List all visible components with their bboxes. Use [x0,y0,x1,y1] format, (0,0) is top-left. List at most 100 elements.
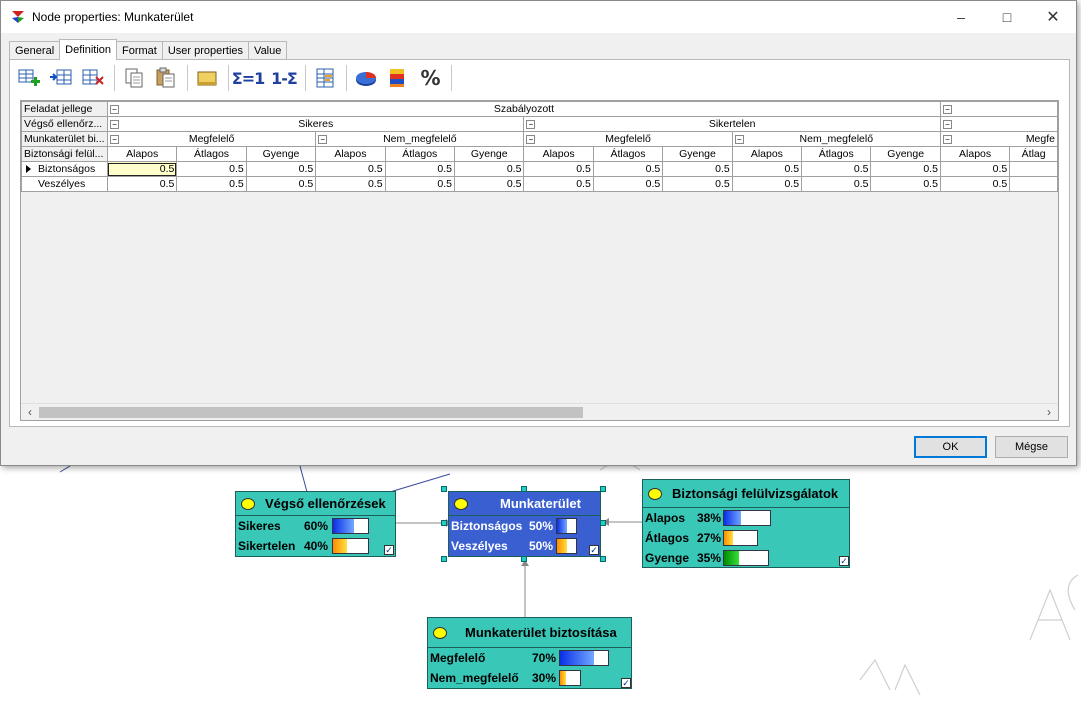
col-header-group[interactable]: − [939,101,1058,117]
col-header-state[interactable]: Átlagos [801,146,872,162]
collapse-icon[interactable]: − [942,105,952,114]
col-header-state[interactable]: Alapos [315,146,386,162]
collapse-icon[interactable]: − [942,135,952,144]
col-header-state[interactable]: Alapos [523,146,594,162]
checkbox-icon[interactable]: ✓ [839,556,849,566]
col-header-state[interactable]: Gyenge [245,146,317,162]
probability-cell[interactable]: 0.5 [731,161,803,177]
col-header-group[interactable]: − Szabályozott [106,101,941,117]
node-munkaterulet-biztositasa[interactable]: Munkaterület biztosítása Megfelelő 70% N… [427,617,632,689]
tab-definition[interactable]: Definition [59,39,117,60]
percent-button[interactable]: % [415,63,445,93]
resize-handle[interactable] [521,556,527,562]
probability-cell[interactable]: 0.5 [176,161,247,177]
copy-icon[interactable] [119,63,149,93]
col-header-state[interactable]: Átlagos [176,146,247,162]
stacked-bar-icon[interactable] [383,63,413,93]
collapse-icon[interactable]: − [109,135,119,144]
probability-cell[interactable]: 0.5 [801,161,872,177]
tab-format[interactable]: Format [116,41,163,60]
pie-chart-icon[interactable] [351,63,381,93]
node-vegso-ellenorzesek[interactable]: Végső ellenőrzések Sikeres 60% Sikertele… [235,491,396,557]
node-biztonsagi-felulvizsgalatok[interactable]: Biztonsági felülvizsgálatok Alapos 38% Á… [642,479,850,568]
collapse-icon[interactable]: − [318,135,328,144]
probability-cell[interactable]: 0.5 [662,176,733,192]
col-header-state[interactable]: Átlag [1009,146,1058,162]
collapse-icon[interactable]: − [942,120,952,129]
col-header-state[interactable]: Alapos [939,146,1011,162]
checkbox-icon[interactable]: ✓ [589,545,599,555]
resize-handle[interactable] [441,486,447,492]
probability-cell[interactable]: 0.5 [315,161,386,177]
probability-cell[interactable]: 0.5 [939,161,1011,177]
col-header-group[interactable]: − Nem_megfelelő [315,131,525,147]
probability-cell[interactable] [1009,176,1058,192]
col-header-state[interactable]: Alapos [106,146,178,162]
probability-cell[interactable]: 0.5 [592,161,664,177]
paste-icon[interactable] [151,63,181,93]
col-header-state[interactable]: Gyenge [453,146,525,162]
probability-cell[interactable]: 0.5 [523,161,594,177]
probability-cell[interactable]: 0.5 [870,176,941,192]
probability-cell[interactable]: 0.5 [662,161,733,177]
add-row-icon[interactable] [14,63,44,93]
insert-column-icon[interactable] [46,63,76,93]
close-icon[interactable]: ✕ [1030,1,1076,33]
col-header-group[interactable]: − [939,116,1058,132]
col-header-state[interactable]: Alapos [731,146,803,162]
probability-cell[interactable]: 0.5 [592,176,664,192]
col-header-group[interactable]: − Sikertelen [523,116,941,132]
table-settings-icon[interactable] [310,63,340,93]
cancel-button[interactable]: Mégse [995,436,1068,458]
collapse-icon[interactable]: − [734,135,744,144]
resize-handle[interactable] [521,486,527,492]
col-header-state[interactable]: Átlagos [592,146,664,162]
maximize-icon[interactable]: □ [984,1,1030,33]
delete-column-icon[interactable] [78,63,108,93]
probability-cell[interactable]: 0.5 [245,176,317,192]
probability-cell[interactable]: 0.5 [384,176,456,192]
scrollbar-thumb[interactable] [39,407,583,418]
probability-cell[interactable]: 0.5 [939,176,1011,192]
probability-cell[interactable]: 0.5 [453,176,525,192]
note-icon[interactable] [192,63,222,93]
col-header-group[interactable]: − Sikeres [106,116,525,132]
collapse-icon[interactable]: − [109,105,119,114]
row-state-label[interactable]: Biztonságos [21,161,108,177]
scroll-left-icon[interactable]: ‹ [23,405,37,419]
tab-value[interactable]: Value [248,41,288,60]
resize-handle[interactable] [441,556,447,562]
probability-cell[interactable]: 0.5 [453,161,525,177]
checkbox-icon[interactable]: ✓ [621,678,631,688]
col-header-state[interactable]: Gyenge [662,146,733,162]
resize-handle[interactable] [600,556,606,562]
probability-cell[interactable]: 0.5 [106,176,178,192]
collapse-icon[interactable]: − [526,135,536,144]
probability-cell[interactable]: 0.5 [801,176,872,192]
collapse-icon[interactable]: − [109,120,119,129]
resize-handle[interactable] [600,520,606,526]
probability-cell[interactable]: 0.5 [176,176,247,192]
probability-cell[interactable]: 0.5 [870,161,941,177]
probability-table[interactable]: Feladat jellege − Szabályozott − Végső ellen… [20,100,1059,421]
probability-cell[interactable]: 0.5 [384,161,456,177]
normalize-sum-button[interactable]: Σ=1 [232,63,265,93]
scroll-right-icon[interactable]: › [1042,405,1056,419]
probability-cell[interactable]: 0.5 [523,176,594,192]
probability-cell[interactable]: 0.5 [245,161,317,177]
resize-handle[interactable] [441,520,447,526]
node-munkaterulet[interactable]: Munkaterület Biztonságos 50% Veszélyes 5… [448,491,601,557]
col-header-group[interactable]: − Megfelelő [523,131,733,147]
col-header-state[interactable]: Átlagos [384,146,456,162]
complement-button[interactable]: 1-Σ [269,63,299,93]
probability-cell[interactable] [1009,161,1058,177]
title-bar[interactable]: Node properties: Munkaterület – □ ✕ [1,1,1076,33]
probability-cell[interactable]: 0.5 [106,161,178,177]
collapse-icon[interactable]: − [526,120,536,129]
checkbox-icon[interactable]: ✓ [384,545,394,555]
col-header-group[interactable]: − Megfe [939,131,1058,147]
probability-cell[interactable]: 0.5 [315,176,386,192]
minimize-icon[interactable]: – [938,1,984,33]
probability-cell[interactable]: 0.5 [731,176,803,192]
row-state-label[interactable]: Veszélyes [21,176,108,192]
